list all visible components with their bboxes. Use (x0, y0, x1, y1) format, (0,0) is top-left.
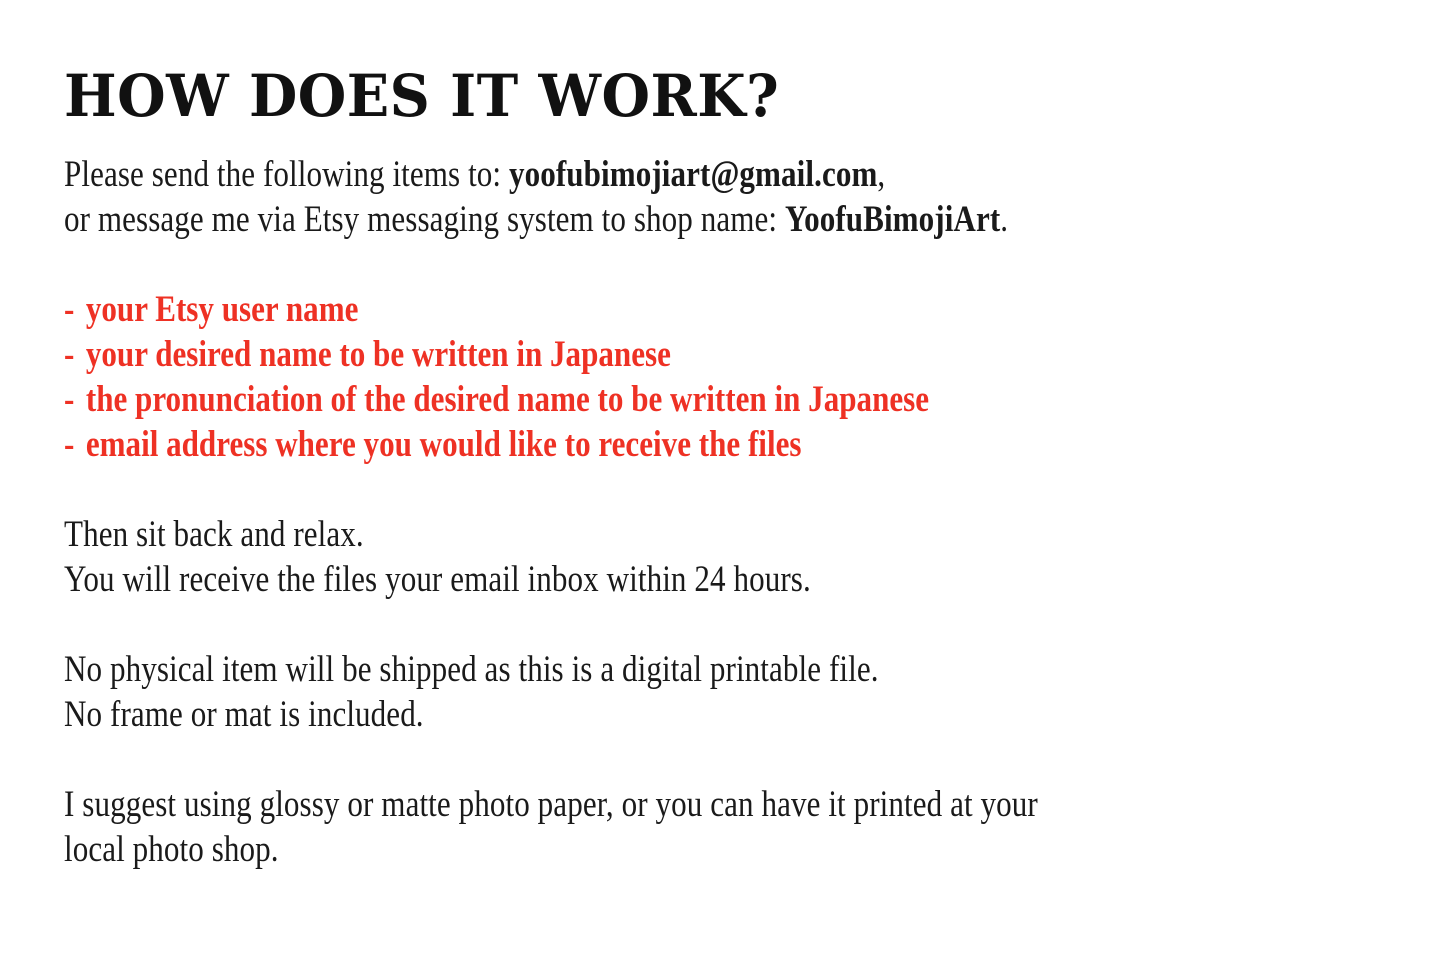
contact-email[interactable]: yoofubimojiart@gmail.com (509, 154, 877, 195)
shipping-paragraph: No physical item will be shipped as this… (64, 647, 1425, 737)
bullet-dash-icon: - (64, 424, 75, 466)
list-item: - email address where you would like to r… (64, 422, 1207, 467)
list-item: - the pronunciation of the desired name t… (64, 377, 1207, 422)
list-item-label: your Etsy user name (85, 289, 359, 331)
printing-line-2: local photo shop. (64, 829, 279, 871)
intro-line-email-prefix: Please send the following items to: (64, 154, 509, 196)
bullet-dash-icon: - (64, 334, 75, 376)
intro-line-email: Please send the following items to: yoof… (64, 152, 1207, 197)
intro-line-shop-suffix: . (1000, 199, 1009, 241)
delivery-line-2: You will receive the files your email in… (64, 559, 811, 601)
intro-line-email-suffix: , (877, 154, 886, 196)
intro-line-shop-prefix: or message me via Etsy messaging system … (64, 199, 785, 241)
page-title: HOW DOES IT WORK? (64, 62, 780, 130)
spacer-after-list (64, 467, 1425, 512)
requirements-list: - your Etsy user name - your desired name … (64, 287, 1425, 467)
page-content: HOW DOES IT WORK? Please send the follow… (64, 62, 1425, 872)
printing-paragraph: I suggest using glossy or matte photo pa… (64, 782, 1425, 872)
intro-paragraph: Please send the following items to: yoof… (64, 152, 1425, 242)
list-item: - your Etsy user name (64, 287, 1207, 332)
list-item-label: the pronunciation of the desired name to… (85, 379, 930, 421)
list-item: - your desired name to be written in Japa… (64, 332, 1207, 377)
shipping-line-1: No physical item will be shipped as this… (64, 649, 879, 691)
list-item-label: your desired name to be written in Japan… (85, 334, 671, 376)
delivery-line-1: Then sit back and relax. (64, 514, 364, 556)
spacer-after-delivery (64, 602, 1425, 647)
list-item-label: email address where you would like to re… (85, 424, 802, 466)
spacer-after-intro (64, 242, 1425, 287)
spacer-after-shipping (64, 737, 1425, 782)
delivery-paragraph: Then sit back and relax. You will receiv… (64, 512, 1425, 602)
listing-info-page: HOW DOES IT WORK? Please send the follow… (0, 0, 1445, 964)
shipping-line-2: No frame or mat is included. (64, 694, 424, 736)
bullet-dash-icon: - (64, 379, 75, 421)
bullet-dash-icon: - (64, 289, 75, 331)
printing-line-1: I suggest using glossy or matte photo pa… (64, 784, 1038, 826)
shop-name[interactable]: YoofuBimojiArt (785, 199, 1000, 240)
intro-line-shop: or message me via Etsy messaging system … (64, 197, 1207, 242)
